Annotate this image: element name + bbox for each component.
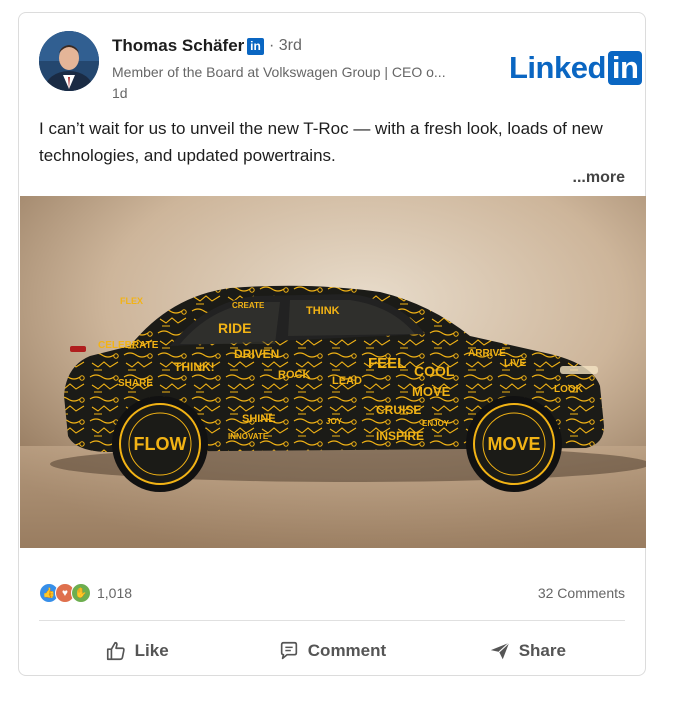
svg-text:RIDE: RIDE [218, 320, 251, 336]
front-wheel: FLOW [112, 396, 208, 492]
svg-text:DRIVEN: DRIVEN [234, 347, 279, 361]
linkedin-logo[interactable]: Linked in [509, 50, 643, 85]
svg-text:LEAD: LEAD [332, 375, 362, 387]
svg-text:MOVE: MOVE [412, 384, 451, 399]
svg-text:SHINE: SHINE [242, 413, 276, 425]
svg-text:INNOVATE: INNOVATE [228, 432, 269, 441]
comment-button[interactable]: Comment [234, 631, 429, 671]
see-more-link[interactable]: ...more [573, 169, 625, 187]
reactions-summary[interactable]: 👍 ♥ ✋ 1,018 [39, 583, 132, 603]
svg-text:CRUISE: CRUISE [376, 403, 421, 417]
wheel-rear-text: MOVE [487, 434, 540, 454]
svg-text:ROCK: ROCK [278, 369, 310, 381]
comment-label: Comment [307, 641, 387, 660]
reaction-count: 1,018 [97, 585, 133, 601]
post-timestamp: 1d [112, 85, 128, 101]
comment-icon [280, 641, 297, 660]
svg-text:JOY: JOY [326, 417, 343, 426]
post-image[interactable]: FLEX RIDE THINK CELEBRATE DRIVEN THINK! … [20, 196, 646, 548]
svg-text:INSPIRE: INSPIRE [376, 429, 424, 443]
svg-text:LOOK: LOOK [554, 384, 584, 395]
author-avatar[interactable] [39, 31, 99, 91]
logo-wordmark: Linked [509, 50, 606, 85]
like-button[interactable]: Like [39, 631, 234, 671]
svg-text:COOL: COOL [414, 363, 455, 379]
share-button[interactable]: Share [430, 631, 625, 671]
linkedin-badge-icon: in [247, 38, 264, 55]
send-icon [490, 642, 510, 660]
svg-text:LIVE: LIVE [504, 358, 527, 369]
svg-text:THINK: THINK [306, 305, 340, 317]
svg-text:FLEX: FLEX [120, 296, 143, 306]
connection-degree: · 3rd [269, 37, 302, 54]
divider [39, 620, 625, 621]
action-bar: Like Comment Share [39, 631, 625, 671]
comments-count[interactable]: 32 Comments [538, 585, 625, 601]
post-card: Thomas Schäfer in · 3rd Member of the Bo… [18, 12, 646, 676]
thumbs-up-icon [106, 641, 125, 661]
logo-in-box: in [607, 51, 643, 85]
svg-text:CELEBRATE: CELEBRATE [98, 340, 159, 351]
svg-text:SHARE: SHARE [118, 378, 153, 389]
share-label: Share [518, 641, 566, 660]
author-headline: Member of the Board at Volkswagen Group … [112, 64, 446, 80]
wheel-front-text: FLOW [134, 434, 187, 454]
svg-text:FEEL: FEEL [368, 355, 406, 372]
rear-wheel: MOVE [466, 396, 562, 492]
post-text: I can’t wait for us to unveil the new T-… [39, 119, 603, 165]
support-reaction-icon: ✋ [71, 583, 91, 603]
svg-text:ENJOY: ENJOY [422, 419, 450, 428]
author-name[interactable]: Thomas Schäfer [112, 36, 244, 56]
svg-text:THINK!: THINK! [174, 360, 215, 374]
svg-text:ARRIVE: ARRIVE [468, 348, 506, 359]
svg-text:CREATE: CREATE [232, 301, 265, 310]
like-label: Like [134, 641, 169, 660]
